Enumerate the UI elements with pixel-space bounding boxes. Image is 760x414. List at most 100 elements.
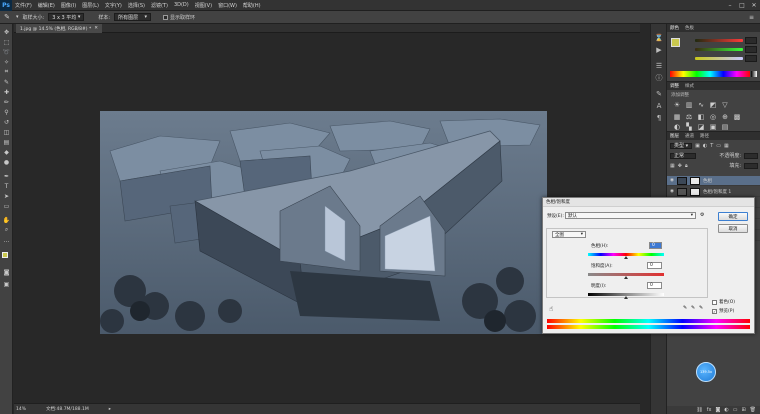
brush-tool-icon[interactable]: ✏ bbox=[2, 98, 11, 106]
add-style-icon[interactable]: fx bbox=[707, 407, 712, 413]
fill-input[interactable] bbox=[744, 162, 758, 169]
status-arrow-icon[interactable]: ▸ bbox=[109, 407, 111, 412]
preset-select[interactable]: 默认 ▾ bbox=[565, 212, 696, 219]
filter-type-icon[interactable]: T bbox=[710, 143, 713, 149]
spectrum-bw-swatch[interactable] bbox=[751, 71, 757, 77]
levels-icon[interactable]: ▥ bbox=[685, 101, 693, 109]
lightness-input[interactable]: 0 bbox=[647, 282, 662, 289]
blue-slider[interactable] bbox=[695, 57, 743, 60]
gradient-map-icon[interactable]: ▤ bbox=[721, 123, 729, 131]
add-mask-icon[interactable]: ◙ bbox=[715, 407, 720, 413]
blue-value[interactable] bbox=[745, 55, 757, 62]
menu-3d[interactable]: 3D(D) bbox=[171, 2, 192, 8]
exposure-icon[interactable]: ◩ bbox=[709, 101, 717, 109]
extra-tools-icon[interactable]: … bbox=[2, 236, 11, 244]
clone-stamp-tool-icon[interactable]: ⚲ bbox=[2, 108, 11, 116]
hue-slider-thumb[interactable] bbox=[624, 256, 628, 259]
dialog-title-bar[interactable]: 色相/饱和度 bbox=[543, 198, 754, 207]
black-white-icon[interactable]: ◧ bbox=[697, 113, 705, 121]
hand-tool-icon[interactable]: ✋ bbox=[2, 216, 11, 224]
layer-row[interactable]: ◉ 色相 bbox=[667, 176, 760, 186]
document-tab[interactable]: 1.jpg @ 14.5% (色相, RGB/8#) * ✕ bbox=[16, 24, 103, 33]
history-brush-tool-icon[interactable]: ↺ bbox=[2, 118, 11, 126]
crop-tool-icon[interactable]: ⌗ bbox=[2, 68, 11, 76]
ok-button[interactable]: 确定 bbox=[718, 212, 748, 221]
workspace-menu-icon[interactable]: ≡ bbox=[749, 14, 754, 21]
filter-adjustment-icon[interactable]: ◐ bbox=[703, 143, 707, 149]
pen-tool-icon[interactable]: ✒ bbox=[2, 172, 11, 180]
path-selection-tool-icon[interactable]: ➤ bbox=[2, 192, 11, 200]
rectangle-tool-icon[interactable]: ▭ bbox=[2, 202, 11, 210]
close-button[interactable]: ✕ bbox=[748, 0, 760, 11]
foreground-color-swatch[interactable] bbox=[2, 252, 8, 258]
curves-icon[interactable]: ∿ bbox=[697, 101, 705, 109]
gradient-tool-icon[interactable]: ▤ bbox=[2, 138, 11, 146]
screen-mode-icon[interactable]: ▣ bbox=[2, 280, 11, 288]
menu-select[interactable]: 选择(S) bbox=[125, 2, 148, 9]
green-value[interactable] bbox=[745, 46, 757, 53]
red-slider[interactable] bbox=[695, 39, 743, 42]
character-icon[interactable]: A bbox=[655, 102, 663, 110]
preview-checkbox[interactable]: ✓ 预览(P) bbox=[712, 308, 734, 314]
paragraph-icon[interactable]: ¶ bbox=[655, 114, 663, 122]
green-slider[interactable] bbox=[695, 48, 743, 51]
lasso-tool-icon[interactable]: ➰ bbox=[2, 48, 11, 56]
vibrance-icon[interactable]: ▽ bbox=[721, 101, 729, 109]
zoom-level[interactable]: 14% bbox=[16, 407, 26, 412]
filter-smart-icon[interactable]: ▦ bbox=[724, 143, 729, 149]
cancel-button[interactable]: 取消 bbox=[718, 224, 748, 233]
quick-selection-tool-icon[interactable]: ✧ bbox=[2, 58, 11, 66]
tool-preset-dropdown-icon[interactable]: ▾ bbox=[16, 14, 19, 20]
tab-styles[interactable]: 样式 bbox=[685, 83, 694, 89]
maximize-button[interactable]: □ bbox=[736, 0, 748, 11]
zoom-tool-icon[interactable]: ⌕ bbox=[2, 226, 11, 234]
lightness-slider-thumb[interactable] bbox=[624, 296, 628, 299]
sample-size-select[interactable]: 3 x 3 平均 ▾ bbox=[48, 13, 85, 21]
new-group-icon[interactable]: ▭ bbox=[733, 407, 738, 413]
eyedropper-add-icon[interactable]: ✎ bbox=[691, 305, 695, 311]
close-tab-icon[interactable]: ✕ bbox=[94, 26, 98, 31]
targeted-adjustment-hand-icon[interactable]: ☝ bbox=[549, 305, 553, 313]
dodge-tool-icon[interactable]: ● bbox=[2, 158, 11, 166]
history-icon[interactable]: ⌛ bbox=[655, 34, 664, 42]
color-spectrum-bar[interactable] bbox=[670, 71, 750, 77]
panel-fg-swatch[interactable] bbox=[671, 38, 680, 47]
threshold-icon[interactable]: ◪ bbox=[697, 123, 705, 131]
show-sampling-ring-checkbox[interactable]: 显示取样环 bbox=[162, 14, 195, 21]
tab-layers[interactable]: 图层 bbox=[670, 133, 679, 139]
filter-pixel-icon[interactable]: ▣ bbox=[695, 143, 700, 149]
blend-mode-select[interactable]: 正常 bbox=[670, 152, 696, 159]
eyedropper-subtract-icon[interactable]: ✎ bbox=[699, 305, 703, 311]
opacity-input[interactable] bbox=[744, 152, 758, 159]
hue-saturation-icon[interactable]: ▦ bbox=[673, 113, 681, 121]
menu-window[interactable]: 窗口(W) bbox=[215, 2, 240, 9]
lock-pixels-icon[interactable]: ▦ bbox=[670, 163, 675, 169]
channel-select[interactable]: 全图 ▾ bbox=[552, 231, 586, 238]
red-value[interactable] bbox=[745, 37, 757, 44]
layer-row[interactable]: ◉ 色相/饱和度 1 bbox=[667, 187, 760, 197]
photo-filter-icon[interactable]: ◎ bbox=[709, 113, 717, 121]
minimize-button[interactable]: – bbox=[724, 0, 736, 11]
channel-mixer-icon[interactable]: ⊕ bbox=[721, 113, 729, 121]
actions-icon[interactable]: ▶ bbox=[655, 46, 663, 54]
layer-kind-select[interactable]: 类型 ▾ bbox=[670, 142, 693, 149]
quick-mask-icon[interactable]: ◙ bbox=[2, 268, 11, 276]
visibility-eye-icon[interactable]: ◉ bbox=[670, 178, 674, 183]
link-layers-icon[interactable]: ⛓ bbox=[696, 407, 702, 413]
blur-tool-icon[interactable]: ◆ bbox=[2, 148, 11, 156]
tab-channels[interactable]: 通道 bbox=[685, 133, 694, 139]
visibility-eye-icon[interactable]: ◉ bbox=[670, 189, 674, 194]
menu-file[interactable]: 文件(F) bbox=[12, 2, 35, 9]
filter-shape-icon[interactable]: ▭ bbox=[716, 143, 721, 149]
healing-brush-tool-icon[interactable]: ✚ bbox=[2, 88, 11, 96]
saturation-slider-thumb[interactable] bbox=[624, 276, 628, 279]
properties-icon[interactable]: ☰ bbox=[655, 62, 663, 70]
document-image[interactable] bbox=[100, 111, 547, 334]
new-adjustment-icon[interactable]: ◐ bbox=[724, 407, 728, 413]
menu-view[interactable]: 视图(V) bbox=[192, 2, 215, 9]
lock-all-icon[interactable]: 🔒︎ bbox=[685, 163, 688, 169]
eyedropper-tool-icon[interactable]: ✎ bbox=[2, 13, 12, 21]
hue-input[interactable]: 0 bbox=[649, 242, 662, 249]
type-tool-icon[interactable]: T bbox=[2, 182, 11, 190]
info-icon[interactable]: ⓘ bbox=[655, 74, 663, 82]
